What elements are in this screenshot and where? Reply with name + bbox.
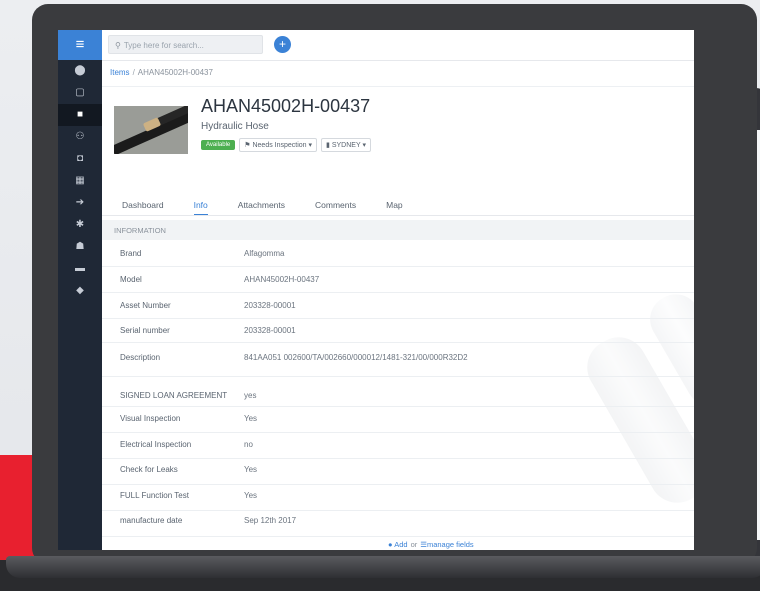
inspection-label: Needs Inspection [252, 142, 307, 149]
field-value: 203328-00001 [244, 301, 296, 310]
inspection-dropdown[interactable]: ⚑ Needs Inspection ▾ [239, 138, 318, 152]
field-row: Visual Inspection Yes [102, 406, 694, 433]
breadcrumb-root[interactable]: Items [110, 68, 130, 77]
field-value: 203328-00001 [244, 326, 296, 335]
information-header: INFORMATION [102, 220, 694, 240]
status-badges: Available ⚑ Needs Inspection ▾ ▮ SYDNEY … [201, 138, 371, 152]
breadcrumb: Items / AHAN45002H-00437 [110, 68, 213, 77]
list-icon: ☰ [420, 540, 427, 549]
asset-thumbnail[interactable] [114, 106, 188, 154]
field-label: Electrical Inspection [120, 440, 192, 449]
laptop-base [6, 556, 760, 578]
field-value: Sep 12th 2017 [244, 516, 297, 525]
field-label: Check for Leaks [120, 465, 178, 474]
field-value: Alfagomma [244, 249, 285, 258]
field-row: Brand Alfagomma [102, 240, 694, 267]
asset-title: AHAN45002H-00437 [201, 96, 371, 116]
plus-circle-icon: ● [388, 540, 393, 549]
tab-info[interactable]: Info [193, 200, 208, 215]
tab-bar: Dashboard Info Attachments Comments Map [122, 200, 433, 215]
breadcrumb-current: AHAN45002H-00437 [137, 68, 213, 77]
field-row: SIGNED LOAN AGREEMENT yes [102, 376, 694, 407]
field-value: Yes [244, 465, 258, 474]
manage-fields-link[interactable]: ☰manage fields [420, 540, 473, 549]
field-row: Model AHAN45002H-00437 [102, 266, 694, 293]
field-label: Visual Inspection [120, 414, 181, 423]
field-label: Description [120, 353, 161, 362]
field-label: Model [120, 275, 142, 284]
add-field-link[interactable]: ● Add [388, 540, 408, 549]
field-row: FULL Function Test Yes [102, 484, 694, 511]
content-area: Items / AHAN45002H-00437 AHAN45002H-00437 … [58, 30, 694, 550]
field-row: Check for Leaks Yes [102, 458, 694, 485]
field-row: Serial number 203328-00001 [102, 318, 694, 343]
section-title: INFORMATION [114, 226, 166, 235]
or-text: or [410, 540, 418, 549]
field-row: Electrical Inspection no [102, 432, 694, 459]
field-row: manufacture date Sep 12th 2017 [102, 510, 694, 537]
tab-dashboard[interactable]: Dashboard [122, 200, 164, 215]
field-value: yes [244, 391, 257, 400]
location-dropdown[interactable]: ▮ SYDNEY ▾ [321, 138, 371, 152]
field-row: Asset Number 203328-00001 [102, 292, 694, 319]
field-label: Asset Number [120, 301, 171, 310]
tab-comments[interactable]: Comments [315, 200, 356, 215]
location-label: SYDNEY [331, 142, 361, 149]
field-label: Brand [120, 249, 142, 258]
field-label: Serial number [120, 326, 170, 335]
field-label: FULL Function Test [120, 491, 189, 500]
field-value: no [244, 440, 253, 449]
field-value: Yes [244, 414, 258, 423]
field-value: 841AA051 002600/TA/002660/000012/1481-32… [244, 353, 468, 362]
field-row: Description 841AA051 002600/TA/002660/00… [102, 342, 694, 377]
field-label: SIGNED LOAN AGREEMENT [120, 391, 228, 400]
divider [102, 215, 694, 216]
asset-subtitle: Hydraulic Hose [201, 121, 269, 132]
tab-map[interactable]: Map [386, 200, 403, 215]
breadcrumb-separator: / [132, 68, 135, 77]
field-label: manufacture date [120, 516, 183, 525]
field-value: AHAN45002H-00437 [244, 275, 320, 284]
manage-fields-label: manage fields [426, 540, 474, 549]
tab-attachments[interactable]: Attachments [238, 200, 285, 215]
add-field-label: Add [394, 540, 408, 549]
divider [102, 86, 694, 87]
field-value: Yes [244, 491, 258, 500]
fields-footer: ● Add or ☰manage fields [388, 540, 474, 549]
status-badge: Available [201, 140, 236, 150]
